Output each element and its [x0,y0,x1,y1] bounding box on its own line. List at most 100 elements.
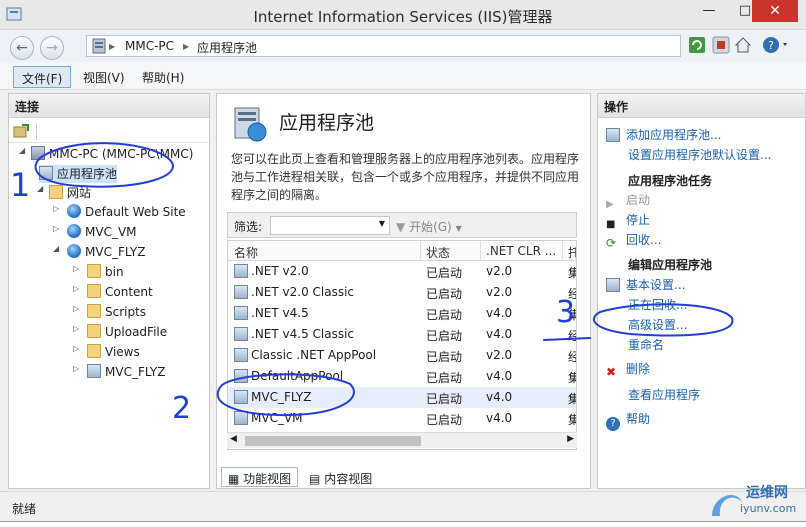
tree-item-mvc-flyz-site[interactable]: ◢ MVC_FLYZ [53,244,146,262]
app-pool-icon [234,327,248,341]
set-defaults-link[interactable]: 设置应用程序池默认设置... [628,146,771,163]
basic-settings-link[interactable]: 基本设置... [606,276,685,293]
add-app-pool-link[interactable]: 添加应用程序池... [606,126,721,143]
svg-text:?: ? [768,39,774,52]
tree-item-views[interactable]: ▷ Views [73,344,140,362]
delete-link[interactable]: ✖ 删除 [606,360,650,379]
tree-item-app-pools[interactable]: 应用程序池 [39,165,118,183]
folder-icon [87,264,101,278]
help-link[interactable]: ? 帮助 [606,410,650,431]
site-icon [67,244,81,258]
connections-pane: 连接 ◢ MMC-PC (MMC-PC\MMC) 应用程序池 ◢ 网站 ▷ Defau… [8,93,210,489]
col-name[interactable]: 名称 [234,244,258,261]
horizontal-scrollbar[interactable]: ◀ ▶ [227,432,577,448]
menu-bar: 文件(F) 视图(V) 帮助(H) [0,62,806,90]
funnel-icon: ▼ [396,220,406,234]
app-pool-icon [234,411,248,425]
app-pool-icon [234,306,248,320]
table-row[interactable]: .NET v4.5 Classic 已启动 v4.0 经 [228,324,576,345]
app-pool-icon [234,264,248,278]
table-row[interactable]: MVC_VM 已启动 v4.0 集 [228,408,576,429]
features-view-icon: ▦ [228,472,240,486]
page-title: 应用程序池 [279,112,375,134]
menu-help[interactable]: 帮助(H) [134,66,192,88]
table-row[interactable]: Classic .NET AppPool 已启动 v2.0 经 [228,345,576,366]
crumb-app-pools[interactable]: 应用程序池 [197,39,257,56]
stop-link[interactable]: ■ 停止 [606,211,650,233]
connections-title: 连接 [9,94,209,118]
page-description: 您可以在此页上查看和管理服务器上的应用程序池列表。应用程序池与工作进程相关联，包… [231,152,580,202]
status-bar: 就绪 [0,491,806,521]
pool-tasks-heading: 应用程序池任务 [628,174,713,188]
crumb-separator: ▶ [183,42,190,51]
site-icon [67,204,81,218]
tree-item-mvc-flyz-app[interactable]: ▷ MVC_FLYZ [73,364,166,382]
title-bar: Internet Information Services (IIS)管理器 —… [0,0,806,30]
folder-icon [87,324,101,338]
watermark-logo-icon [712,494,742,516]
home-icon[interactable] [734,36,752,54]
col-clr[interactable]: .NET CLR ... [486,244,556,258]
folder-icon [87,304,101,318]
close-button[interactable]: ✕ [752,0,798,22]
content-view-icon: ▤ [309,472,321,486]
grid-header: 名称 状态 .NET CLR ... 托 [228,241,576,261]
actions-pane: 操作 添加应用程序池... 设置应用程序池默认设置... 应用程序池任务 ▶ 启动… [597,93,806,489]
folder-icon [87,344,101,358]
recycling-link[interactable]: 正在回收... [628,296,687,313]
filter-bar: 筛选: ▼ ▼ 开始(G) ▼ [227,212,577,238]
table-row[interactable]: .NET v2.0 Classic 已启动 v2.0 经 [228,282,576,303]
crumb-separator: ▶ [109,42,116,51]
chevron-down-icon: ▼ [378,219,385,228]
tree-item-scripts[interactable]: ▷ Scripts [73,304,146,322]
help-icon: ? [606,417,620,431]
server-icon [91,38,107,57]
actions-title: 操作 [598,94,805,118]
app-pool-icon [234,348,248,362]
rename-link[interactable]: 重命名 [628,336,664,353]
menu-file[interactable]: 文件(F) [13,66,72,88]
connect-icon[interactable] [13,123,29,142]
forward-button[interactable]: → [40,36,64,60]
back-button[interactable]: ← [10,36,34,60]
menu-view[interactable]: 视图(V) [75,66,133,88]
minimize-button[interactable]: — [689,0,729,22]
window-title: Internet Information Services (IIS)管理器 [253,8,553,26]
tab-content-view[interactable]: ▤ 内容视图 [302,467,379,487]
settings-icon [606,278,620,292]
start-link[interactable]: ▶ 启动 [606,191,650,213]
table-row-selected[interactable]: MVC_FLYZ 已启动 v4.0 集 [228,387,576,408]
help-icon[interactable]: ? [762,36,787,54]
breadcrumb[interactable]: ▶ MMC-PC ▶ 应用程序池 [86,35,681,57]
scroll-right-icon[interactable]: ▶ [567,434,574,444]
scrollbar-thumb[interactable] [245,436,421,446]
filter-input[interactable]: ▼ [270,216,390,235]
tree-item-sites[interactable]: ◢ 网站 [37,184,91,202]
tree-item-mvc-vm[interactable]: ▷ MVC_VM [53,224,137,242]
tree-item-uploadfile[interactable]: ▷ UploadFile [73,324,167,342]
status-text: 就绪 [12,502,37,516]
stop-icon[interactable] [712,36,730,54]
tree-item-server[interactable]: ◢ MMC-PC (MMC-PC\MMC) [19,146,193,164]
app-pools-large-icon [229,104,269,147]
edit-pool-heading: 编辑应用程序池 [628,258,713,272]
sites-folder-icon [49,185,63,199]
refresh-icon[interactable] [688,36,706,54]
app-pool-icon [234,390,248,404]
start-filter-button[interactable]: ▼ 开始(G) ▼ [396,218,462,235]
table-row[interactable]: .NET v2.0 已启动 v2.0 集 [228,261,576,282]
table-row[interactable]: DefaultAppPool 已启动 v4.0 集 [228,366,576,387]
scroll-left-icon[interactable]: ◀ [230,434,237,444]
recycle-link[interactable]: ⟳ 回收... [606,231,661,250]
col-status[interactable]: 状态 [426,244,450,261]
table-row[interactable]: .NET v4.5 已启动 v4.0 集 [228,303,576,324]
tree-item-content[interactable]: ▷ Content [73,284,153,302]
advanced-settings-link[interactable]: 高级设置... [628,316,687,333]
tab-features-view[interactable]: ▦ 功能视图 [221,467,299,487]
recycle-icon: ⟳ [606,236,617,250]
crumb-server[interactable]: MMC-PC [125,39,174,53]
tree-item-bin[interactable]: ▷ bin [73,264,124,282]
tree-item-default-web-site[interactable]: ▷ Default Web Site [53,204,186,222]
view-applications-link[interactable]: 查看应用程序 [628,386,700,403]
col-mode[interactable]: 托 [568,244,576,261]
